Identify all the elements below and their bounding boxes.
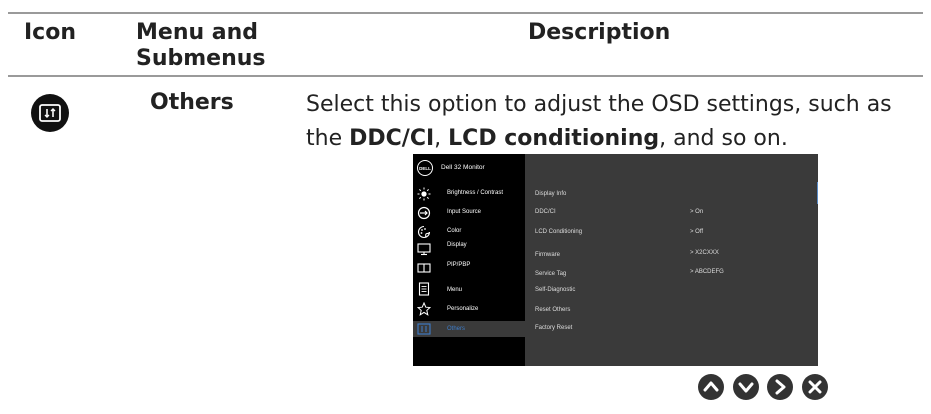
osd-value-lcd-conditioning: > Off [690, 229, 704, 235]
color-icon [417, 225, 431, 239]
header-description: Description [528, 20, 671, 45]
menu-icon [418, 282, 430, 296]
others-icon [31, 94, 69, 132]
up-icon[interactable] [697, 373, 725, 401]
osd-item-others[interactable]: Others [413, 321, 525, 337]
osd-item-brightness-contrast[interactable]: Brightness / Contrast [413, 186, 525, 204]
dell-logo-icon: DELL [417, 160, 433, 176]
osd-item-pip-pbp[interactable]: PIP/PBP [413, 260, 525, 278]
osd-value-firmware: > X2CXXX [690, 250, 719, 256]
osd-option-self-diagnostic[interactable]: Self-Diagnostic [535, 287, 575, 293]
osd-item-color[interactable]: Color [413, 224, 525, 242]
header-menu-and-submenus: Menu and Submenus [136, 20, 266, 71]
close-icon[interactable] [801, 373, 829, 401]
osd-options-panel: Display Info DDC/CI > On LCD Conditionin… [525, 154, 818, 366]
table-top-rule [8, 12, 923, 14]
osd-option-firmware[interactable]: Firmware [535, 252, 560, 258]
display-icon [417, 243, 431, 256]
osd-option-reset-others[interactable]: Reset Others [535, 307, 570, 313]
lcd-conditioning-term: LCD conditioning [448, 126, 660, 151]
pip-pbp-icon [417, 263, 431, 273]
down-icon[interactable] [732, 373, 760, 401]
osd-item-personalize[interactable]: Personalize [413, 301, 525, 319]
header-icon: Icon [24, 20, 77, 45]
brightness-icon [417, 187, 431, 201]
osd-item-display[interactable]: Display [413, 241, 525, 259]
right-icon[interactable] [766, 373, 794, 401]
table-header-rule [8, 75, 923, 77]
osd-item-menu[interactable]: Menu [413, 281, 525, 299]
osd-option-ddc-ci[interactable]: DDC/CI [535, 209, 556, 215]
menu-label-others: Others [150, 90, 234, 115]
osd-option-service-tag[interactable]: Service Tag [535, 271, 566, 277]
others-icon [417, 323, 431, 335]
osd-item-input-source[interactable]: Input Source [413, 205, 525, 223]
personalize-icon [417, 302, 431, 316]
osd-option-lcd-conditioning[interactable]: LCD Conditioning [535, 229, 582, 235]
osd-title: Dell 32 Monitor [441, 164, 485, 171]
input-source-icon [417, 206, 431, 220]
osd-menu-screenshot: DELL Dell 32 Monitor Brightness / Contra… [413, 154, 818, 366]
osd-sidebar: DELL Dell 32 Monitor Brightness / Contra… [413, 154, 525, 366]
description-text: Select this option to adjust the OSD set… [306, 92, 892, 151]
ddc-ci-term: DDC/CI [349, 126, 435, 151]
osd-value-service-tag: > ABCDEFG [690, 269, 724, 275]
osd-value-ddc-ci: > On [690, 209, 704, 215]
osd-scrollbar [817, 182, 818, 204]
osd-option-display-info[interactable]: Display Info [535, 191, 566, 197]
osd-option-factory-reset[interactable]: Factory Reset [535, 325, 572, 331]
